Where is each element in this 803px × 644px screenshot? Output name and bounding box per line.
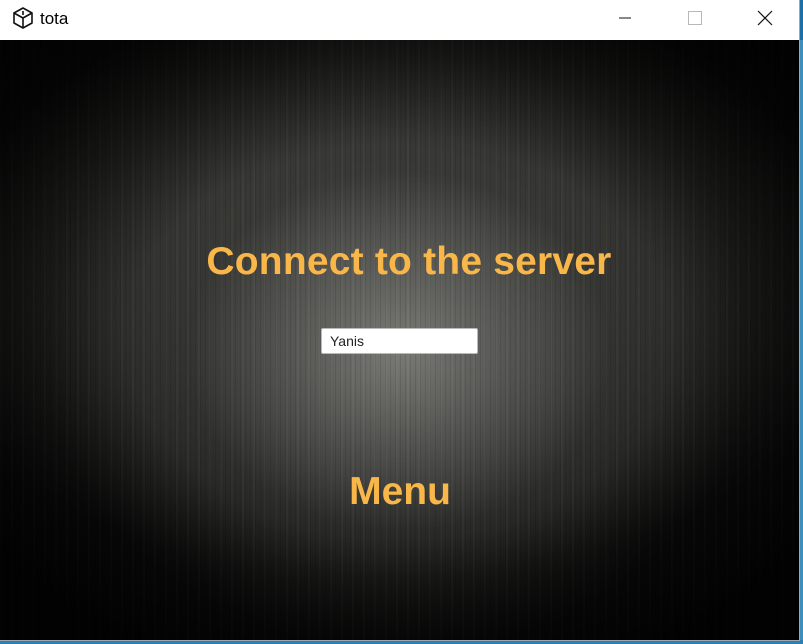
menu-button[interactable]: Menu xyxy=(300,468,500,516)
window-title: tota xyxy=(40,9,69,28)
maximize-icon xyxy=(688,10,702,30)
close-icon xyxy=(757,10,773,31)
player-name-input[interactable] xyxy=(321,328,478,354)
unity-logo-icon xyxy=(12,7,34,29)
app-window: tota Connect to the server Menu xyxy=(0,0,800,641)
close-button[interactable] xyxy=(742,0,788,40)
maximize-button[interactable] xyxy=(672,0,718,40)
game-viewport: Connect to the server Menu xyxy=(0,40,799,640)
connect-heading: Connect to the server xyxy=(206,240,612,283)
minimize-button[interactable] xyxy=(602,0,648,40)
minimize-icon xyxy=(618,11,632,30)
title-bar[interactable]: tota xyxy=(0,0,799,40)
